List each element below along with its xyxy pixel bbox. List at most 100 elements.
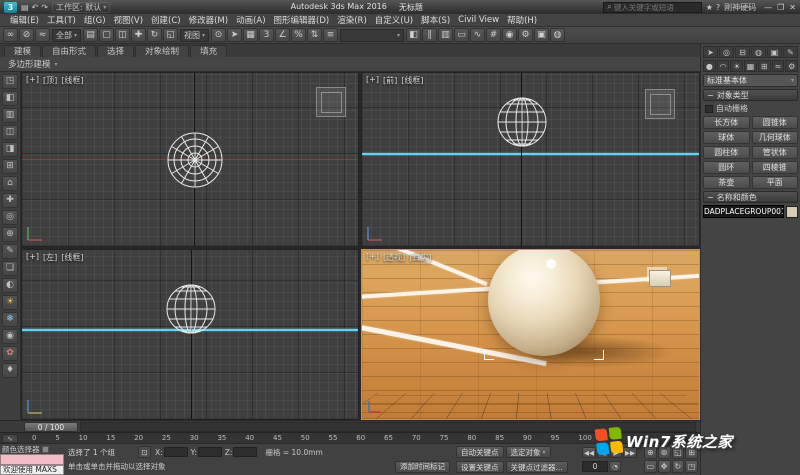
ribbon-tab[interactable]: 对象绘制: [135, 45, 189, 57]
account-name[interactable]: 刚神硬码: [724, 2, 756, 13]
angle-snap-icon[interactable]: ∠: [275, 28, 290, 42]
bind-to-space-warp-icon[interactable]: ≈: [35, 28, 50, 42]
zoom-extents-all-icon[interactable]: ⊞: [685, 446, 698, 459]
floor-line-object[interactable]: [362, 153, 699, 155]
undo-icon[interactable]: ↶: [32, 3, 39, 12]
selection-filter-dropdown[interactable]: 全部▾: [52, 29, 81, 42]
percent-snap-icon[interactable]: %: [291, 28, 306, 42]
ribbon-tab[interactable]: 自由形式: [42, 45, 96, 57]
time-configuration-button[interactable]: ◔: [609, 461, 621, 472]
ribbon-tab[interactable]: 建模: [4, 45, 41, 57]
viewport-front[interactable]: [+] [前] [线框]: [361, 72, 700, 247]
primitive-button[interactable]: 球体: [703, 131, 750, 144]
select-by-name-icon[interactable]: ▤: [83, 28, 98, 42]
selection-lock-toggle[interactable]: ⊡: [138, 446, 151, 458]
viewcube[interactable]: [316, 87, 346, 117]
dummy-box-object[interactable]: [649, 270, 671, 287]
left-tool-icon-6[interactable]: ⊞: [2, 159, 18, 174]
snap-toggle-3d-icon[interactable]: 3: [259, 28, 274, 42]
redo-icon[interactable]: ↷: [41, 3, 48, 12]
primitive-button[interactable]: 圆柱体: [703, 146, 750, 159]
left-tool-icon-17[interactable]: ✿: [2, 346, 18, 361]
key-filters-button[interactable]: 关键点过滤器...: [506, 461, 568, 473]
viewport-menu-view[interactable]: [透视]: [383, 252, 405, 263]
viewport-menu-plus[interactable]: [+]: [26, 252, 39, 263]
align-icon[interactable]: ∥: [422, 28, 437, 42]
autogrid-checkbox[interactable]: [705, 105, 713, 113]
left-tool-icon-5[interactable]: ◨: [2, 142, 18, 157]
left-tool-icon-18[interactable]: ♦: [2, 363, 18, 378]
add-time-tag-button[interactable]: 添加时间标记: [395, 461, 450, 473]
pan-icon[interactable]: ✥: [658, 460, 671, 473]
primitive-button[interactable]: 圆锥体: [752, 116, 799, 129]
ribbon-tab[interactable]: 填充: [190, 45, 227, 57]
left-tool-icon-7[interactable]: ⌂: [2, 176, 18, 191]
auto-key-button[interactable]: 自动关键点: [456, 446, 504, 458]
viewport-menu-plus[interactable]: [+]: [26, 75, 39, 86]
polygon-modeling-panel[interactable]: 多边形建模: [8, 58, 51, 70]
menu-item[interactable]: 图形编辑器(D): [270, 14, 334, 26]
layer-manager-icon[interactable]: ▥: [438, 28, 453, 42]
left-tool-icon-16[interactable]: ◉: [2, 329, 18, 344]
utilities-tab-icon[interactable]: ✎: [783, 46, 798, 58]
lights-icon[interactable]: ☀: [730, 60, 743, 72]
field-of-view-icon[interactable]: ▭: [644, 460, 657, 473]
window-crossing-icon[interactable]: ◫: [115, 28, 130, 42]
select-and-link-icon[interactable]: ∞: [3, 28, 18, 42]
render-production-icon[interactable]: ◍: [550, 28, 565, 42]
application-menu-button[interactable]: 3: [4, 2, 17, 13]
select-and-scale-icon[interactable]: ◱: [163, 28, 178, 42]
go-to-end-icon[interactable]: ▶▶: [623, 447, 637, 458]
viewport-left[interactable]: [+] [左] [线框]: [21, 249, 359, 420]
motion-tab-icon[interactable]: ◍: [751, 46, 766, 58]
viewcube[interactable]: [645, 89, 675, 119]
ribbon-toggle-icon[interactable]: ▭: [454, 28, 469, 42]
create-tab-icon[interactable]: ➤: [703, 46, 718, 58]
mini-curve-editor-button[interactable]: ∿: [2, 434, 18, 443]
spinner-snap-icon[interactable]: ⇅: [307, 28, 322, 42]
left-tool-icon-12[interactable]: ❏: [2, 261, 18, 276]
time-slider-track[interactable]: [80, 422, 696, 432]
previous-frame-icon[interactable]: ◀: [597, 447, 609, 458]
sphere-object-front-view[interactable]: [497, 97, 547, 147]
save-icon[interactable]: ▤: [21, 3, 29, 12]
macro-recorder-field[interactable]: [0, 454, 64, 465]
play-animation-icon[interactable]: ▶: [610, 447, 622, 458]
left-tool-icon-10[interactable]: ⊕: [2, 227, 18, 242]
viewport-top[interactable]: [+] [顶] [线框]: [21, 72, 359, 247]
viewport-menu-view[interactable]: [左]: [43, 252, 57, 263]
current-frame-field[interactable]: 0: [582, 461, 608, 472]
menu-item[interactable]: 组(G): [80, 14, 110, 26]
menu-item[interactable]: 动画(A): [232, 14, 269, 26]
primitive-button[interactable]: 圆环: [703, 161, 750, 174]
rectangular-selection-region-icon[interactable]: ▢: [99, 28, 114, 42]
object-color-swatch[interactable]: [786, 206, 798, 218]
left-tool-icon-1[interactable]: ◳: [2, 74, 18, 89]
geometry-icon[interactable]: ●: [703, 60, 716, 72]
primitive-button[interactable]: 几何球体: [752, 131, 799, 144]
primitive-button[interactable]: 四棱锥: [752, 161, 799, 174]
close-button[interactable]: ✕: [789, 3, 796, 12]
render-setup-icon[interactable]: ⚙: [518, 28, 533, 42]
viewport-menu-shading[interactable]: [真实]: [409, 252, 431, 263]
viewport-menu-shading[interactable]: [线框]: [61, 75, 83, 86]
menu-item[interactable]: 脚本(S): [417, 14, 454, 26]
search-box[interactable]: ⌕: [603, 2, 701, 13]
workspace-selector[interactable]: 工作区: 默认▾: [52, 2, 110, 13]
frame-ruler[interactable]: 0510152025303540455055606570758085909510…: [24, 434, 600, 442]
favorites-star-icon[interactable]: ★: [706, 3, 713, 12]
sphere-object-top-view[interactable]: [166, 131, 224, 189]
primitive-button[interactable]: 平面: [752, 176, 799, 189]
left-tool-icon-4[interactable]: ◫: [2, 125, 18, 140]
viewport-menu-view[interactable]: [顶]: [43, 75, 57, 86]
edit-named-sets-icon[interactable]: ≡: [323, 28, 338, 42]
go-to-start-icon[interactable]: ◀◀: [582, 447, 596, 458]
selected-filter-dropdown[interactable]: 选定对象▾: [506, 446, 551, 458]
viewport-menu-shading[interactable]: [线框]: [61, 252, 83, 263]
zoom-all-icon[interactable]: ⊛: [658, 446, 671, 459]
search-input[interactable]: [614, 3, 698, 12]
primitive-button[interactable]: 茶壶: [703, 176, 750, 189]
reference-coordinate-dropdown[interactable]: 视图▾: [180, 29, 209, 42]
display-tab-icon[interactable]: ▣: [767, 46, 782, 58]
left-tool-icon-2[interactable]: ◧: [2, 91, 18, 106]
